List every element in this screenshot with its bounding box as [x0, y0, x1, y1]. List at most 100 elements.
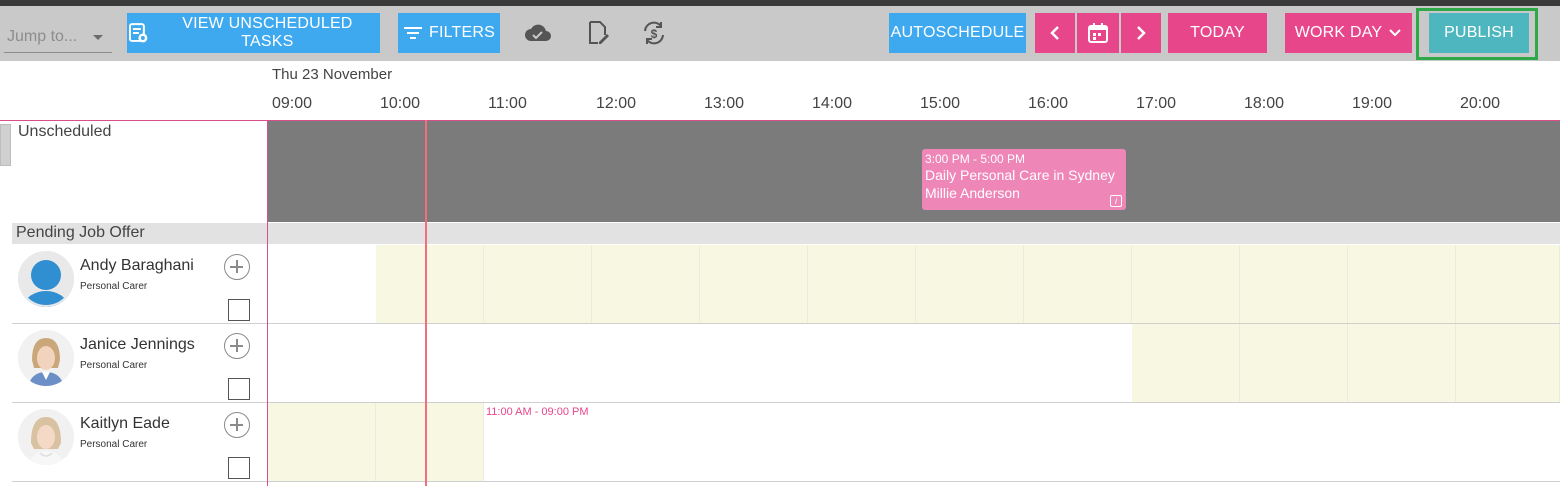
timeline-cell[interactable] — [592, 245, 700, 323]
timeline-cell[interactable] — [484, 324, 592, 402]
pending-label: Pending Job Offer — [16, 224, 145, 241]
timeline-cell[interactable] — [700, 245, 808, 323]
timeline-cell[interactable] — [1024, 245, 1132, 323]
timeline-cell[interactable] — [1240, 324, 1348, 402]
timeline-cell[interactable] — [916, 245, 1024, 323]
staff-timeline[interactable] — [268, 324, 1560, 402]
hour-label: 12:00 — [596, 95, 637, 112]
autoschedule-label: AUTOSCHEDULE — [890, 24, 1025, 41]
svg-text:$: $ — [651, 27, 658, 41]
timeline-cell[interactable] — [376, 245, 484, 323]
calendar-picker-button[interactable] — [1077, 13, 1119, 53]
staff-row: Andy Baraghani Personal Carer — [12, 245, 1560, 324]
chevron-left-icon — [1050, 26, 1059, 40]
hour-label: 17:00 — [1136, 95, 1177, 112]
view-unscheduled-label: VIEW UNSCHEDULED TASKS — [182, 15, 353, 50]
task-client: Millie Anderson — [925, 185, 1020, 201]
timeline-cell[interactable] — [1024, 324, 1132, 402]
resize-handle[interactable] — [0, 124, 11, 166]
timeline-cell[interactable] — [808, 403, 916, 481]
timeline-cell[interactable] — [1132, 324, 1240, 402]
staff-photo-avatar — [18, 409, 74, 465]
work-day-label: WORK DAY — [1294, 24, 1383, 41]
timeline-cell[interactable] — [484, 245, 592, 323]
next-day-button[interactable] — [1121, 13, 1161, 53]
timeline-cell[interactable] — [1024, 403, 1132, 481]
chevron-down-icon[interactable] — [93, 35, 103, 40]
shift-time-label[interactable]: 11:00 AM - 09:00 PM — [486, 406, 589, 418]
hour-label: 11:00 — [488, 95, 527, 112]
staff-row: Kaitlyn Eade Personal Carer 11:00 AM - 0… — [12, 403, 1560, 482]
hour-label: 18:00 — [1244, 95, 1285, 112]
task-time: 3:00 PM - 5:00 PM — [925, 152, 1026, 166]
info-icon[interactable]: i — [1110, 195, 1122, 207]
timeline-cell[interactable] — [1240, 245, 1348, 323]
add-shift-icon[interactable] — [224, 333, 250, 359]
previous-day-button[interactable] — [1035, 13, 1075, 53]
view-unscheduled-tasks-button[interactable]: VIEW UNSCHEDULED TASKS — [127, 13, 380, 53]
jump-to-input[interactable] — [4, 24, 92, 50]
publish-button[interactable]: PUBLISH — [1429, 13, 1529, 53]
edit-document-icon[interactable] — [582, 17, 614, 49]
timeline-cell[interactable] — [700, 324, 808, 402]
current-time-line — [425, 120, 427, 486]
chevron-right-icon — [1137, 26, 1146, 40]
hour-label: 16:00 — [1028, 95, 1069, 112]
timeline-cell[interactable] — [376, 324, 484, 402]
staff-role: Personal Carer — [80, 360, 148, 371]
staff-role: Personal Carer — [80, 281, 148, 292]
staff-timeline[interactable]: 11:00 AM - 09:00 PM — [268, 403, 1560, 481]
timeline-cell[interactable] — [1456, 403, 1560, 481]
filter-icon — [403, 27, 422, 39]
select-staff-checkbox[interactable] — [228, 299, 250, 321]
work-day-dropdown[interactable]: WORK DAY — [1285, 13, 1412, 53]
timeline-cell[interactable] — [1348, 403, 1456, 481]
select-staff-checkbox[interactable] — [228, 457, 250, 479]
hour-label: 10:00 — [380, 95, 421, 112]
task-title: Daily Personal Care in Sydney — [925, 167, 1115, 183]
timeline-cell[interactable] — [1132, 403, 1240, 481]
filters-button[interactable]: FILTERS — [398, 13, 500, 53]
timeline-cell[interactable] — [376, 403, 484, 481]
timeline-cell[interactable] — [268, 403, 376, 481]
timeline-cell[interactable] — [916, 403, 1024, 481]
hour-label: 13:00 — [704, 95, 745, 112]
timeline-cell[interactable] — [1456, 245, 1560, 323]
unscheduled-area — [268, 121, 1560, 222]
timeline-cell[interactable] — [592, 324, 700, 402]
unscheduled-label: Unscheduled — [18, 123, 112, 140]
hour-label: 19:00 — [1352, 95, 1393, 112]
timeline-cell[interactable] — [268, 245, 376, 323]
chevron-down-icon — [1389, 29, 1401, 37]
timeline-cell[interactable] — [592, 403, 700, 481]
timeline-cell[interactable] — [1240, 403, 1348, 481]
unscheduled-task-card[interactable]: 3:00 PM - 5:00 PM Daily Personal Care in… — [922, 149, 1126, 210]
timeline-cell[interactable] — [1456, 324, 1560, 402]
sync-dollar-icon[interactable]: $ — [638, 17, 670, 49]
jump-to-select[interactable] — [4, 24, 112, 53]
autoschedule-button[interactable]: AUTOSCHEDULE — [889, 13, 1026, 53]
default-user-icon — [18, 251, 74, 307]
publish-label: PUBLISH — [1444, 24, 1514, 41]
timeline-cell[interactable] — [700, 403, 808, 481]
today-button[interactable]: TODAY — [1168, 13, 1267, 53]
hour-label: 09:00 — [272, 95, 313, 112]
hour-scale: 09:00 10:00 11:00 12:00 13:00 14:00 15:00 16:00… — [268, 95, 1560, 115]
add-shift-icon[interactable] — [224, 254, 250, 280]
timeline-cell[interactable] — [916, 324, 1024, 402]
timeline-cell[interactable] — [1132, 245, 1240, 323]
timeline-cell[interactable] — [268, 324, 376, 402]
staff-timeline[interactable] — [268, 245, 1560, 323]
pending-job-offer-header: Pending Job Offer — [12, 223, 1560, 244]
today-label: TODAY — [1190, 24, 1245, 41]
staff-name: Janice Jennings — [80, 336, 195, 353]
timeline-cell[interactable] — [808, 324, 916, 402]
cloud-done-icon[interactable] — [522, 17, 554, 49]
staff-role: Personal Carer — [80, 439, 148, 450]
staff-name: Kaitlyn Eade — [80, 415, 170, 432]
timeline-cell[interactable] — [1348, 245, 1456, 323]
select-staff-checkbox[interactable] — [228, 378, 250, 400]
timeline-cell[interactable] — [808, 245, 916, 323]
timeline-cell[interactable] — [1348, 324, 1456, 402]
add-shift-icon[interactable] — [224, 412, 250, 438]
